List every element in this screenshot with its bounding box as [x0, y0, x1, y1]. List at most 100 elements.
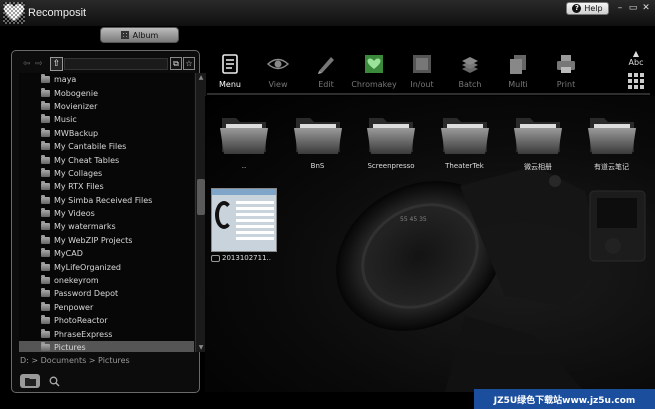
folder-icon: [41, 141, 50, 151]
album-folder[interactable]: TheaterTek: [433, 104, 497, 182]
album-folder[interactable]: 有道云笔记: [580, 104, 644, 182]
tool-view-button[interactable]: View: [254, 50, 302, 92]
toolbar-separator: [207, 93, 650, 95]
folder-tree-item[interactable]: Pictures: [19, 340, 194, 352]
path-input[interactable]: [64, 58, 168, 70]
tool-menu-button[interactable]: Menu: [206, 50, 254, 92]
restore-button[interactable]: ▭: [627, 3, 639, 14]
tool-label: In/out: [410, 80, 434, 89]
tool-label: Batch: [458, 80, 482, 89]
folder-tree-item[interactable]: MyCAD: [19, 247, 194, 260]
grid-icon: [120, 31, 129, 39]
folder-tree-label: Penpower: [54, 302, 94, 312]
back-arrow-icon[interactable]: ⇦: [23, 59, 31, 69]
minimize-button[interactable]: –: [614, 3, 626, 14]
album-content: 55 45 35 .. BnS Screenpresso TheaterTek 微云相册…: [205, 96, 655, 392]
folder-icon: [41, 342, 50, 351]
favorite-star-icon[interactable]: ☆: [183, 57, 195, 70]
folder-icon: [41, 208, 50, 218]
folder-icon: [41, 328, 50, 338]
folder-tree-item[interactable]: Movienizer: [19, 100, 194, 113]
tool-label: Edit: [318, 80, 334, 89]
folder-tree-item[interactable]: My Videos: [19, 207, 194, 220]
scroll-up-arrow-icon[interactable]: ▲: [196, 73, 206, 82]
tool-label: Menu: [219, 80, 241, 89]
folder-tree-item[interactable]: PhotoReactor: [19, 314, 194, 327]
tool-print-button[interactable]: Print: [542, 50, 590, 92]
folder-tree-item[interactable]: maya: [19, 73, 194, 86]
folder-icon: [41, 275, 50, 285]
folder-tree-label: My Cantabile Files: [54, 142, 127, 152]
folder-tree-item[interactable]: My Collages: [19, 167, 194, 180]
search-button[interactable]: [44, 374, 64, 388]
new-folder-icon[interactable]: ⧉: [170, 57, 182, 70]
folder-tree-label: PhotoReactor: [54, 316, 108, 326]
folder-tree-item[interactable]: My Cantabile Files: [19, 140, 194, 153]
folder-tree-label: My Simba Received Files: [54, 195, 153, 205]
folder-tree-item[interactable]: My Simba Received Files: [19, 194, 194, 207]
folder-tree-item[interactable]: My RTX Files: [19, 180, 194, 193]
sort-button[interactable]: ▲ Abc: [625, 49, 647, 69]
inout-icon: [413, 55, 431, 73]
close-button[interactable]: ✕: [640, 3, 652, 14]
album-folder-label: TheaterTek: [445, 162, 484, 170]
logo-checker-pattern: [3, 2, 25, 24]
folder-tree-item[interactable]: Mobogenie: [19, 86, 194, 99]
folder-icon: [41, 167, 50, 177]
folder-tree-item[interactable]: My WebZIP Projects: [19, 234, 194, 247]
folder-icon: [293, 118, 342, 154]
folder-icon: [41, 248, 50, 258]
album-folder[interactable]: 微云相册: [506, 104, 570, 182]
folder-tree-label: My watermarks: [54, 222, 116, 232]
photo-thumbnail[interactable]: 2013102711..: [211, 188, 279, 268]
scroll-thumb[interactable]: [197, 179, 205, 215]
tool-chromakey-button[interactable]: Chromakey: [350, 50, 398, 92]
sort-up-arrow-icon: ▲: [632, 49, 640, 58]
help-button[interactable]: ? Help: [566, 2, 609, 15]
app-title: Recomposit: [28, 7, 87, 19]
help-label: Help: [584, 4, 603, 13]
tool-label: Print: [556, 80, 576, 89]
folder-tree-item[interactable]: Password Depot: [19, 287, 194, 300]
folder-tree-item[interactable]: PhraseExpress: [19, 327, 194, 340]
album-folder[interactable]: ..: [212, 104, 276, 182]
folder-tree-item[interactable]: MWBackup: [19, 127, 194, 140]
folder-tree-label: My WebZIP Projects: [54, 235, 133, 245]
folder-tree-item[interactable]: onekeyrom: [19, 274, 194, 287]
album-tab-label: Album: [132, 30, 159, 40]
chromakey-icon: [365, 55, 383, 73]
folder-tree-label: My Videos: [54, 209, 95, 219]
folder-icon: [24, 377, 36, 386]
up-folder-button[interactable]: ⇧: [50, 57, 63, 71]
tool-batch-button[interactable]: Batch: [446, 50, 494, 92]
folder-tree-label: MyCAD: [54, 249, 83, 259]
tool-inout-button[interactable]: In/out: [398, 50, 446, 92]
folder-icon: [41, 127, 50, 137]
album-folder[interactable]: BnS: [286, 104, 350, 182]
folder-tree-item[interactable]: My watermarks: [19, 220, 194, 233]
folder-tree-item[interactable]: MyLifeOrganized: [19, 260, 194, 273]
folder-icon: [41, 100, 50, 110]
tool-multi-button[interactable]: Multi: [494, 50, 542, 92]
album-folder-label: BnS: [310, 162, 325, 170]
folder-tree-label: onekeyrom: [54, 276, 99, 286]
folder-tree-label: PhraseExpress: [54, 329, 113, 339]
select-checkbox[interactable]: [211, 254, 220, 262]
album-folder[interactable]: Screenpresso: [359, 104, 423, 182]
tool-edit-button[interactable]: Edit: [302, 50, 350, 92]
album-tab[interactable]: Album: [100, 27, 179, 43]
folder-tree-item[interactable]: Penpower: [19, 301, 194, 314]
folder-icon: [41, 194, 50, 204]
folder-icon: [440, 118, 489, 154]
folder-icon: [41, 301, 50, 311]
folder-tree-item[interactable]: My Cheat Tables: [19, 153, 194, 166]
print-icon: [557, 55, 575, 73]
thumbnail-caption: 2013102711..: [211, 254, 279, 262]
folder-tree-label: Pictures: [54, 343, 86, 352]
folder-view-button[interactable]: [20, 374, 40, 388]
forward-arrow-icon[interactable]: ⇨: [35, 59, 43, 69]
folder-tree-label: MyLifeOrganized: [54, 262, 121, 272]
thumbnail-grid-icon[interactable]: [628, 73, 644, 89]
folder-tree-item[interactable]: Music: [19, 113, 194, 126]
tool-label: Multi: [508, 80, 528, 89]
